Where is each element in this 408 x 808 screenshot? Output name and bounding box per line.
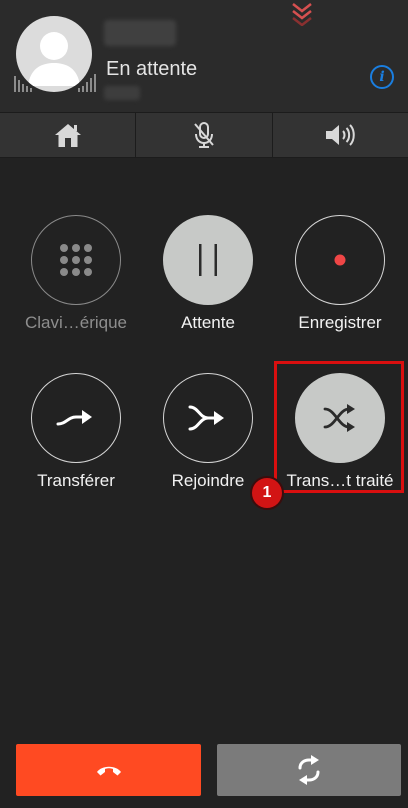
home-button[interactable] (0, 113, 137, 157)
call-status: En attente (106, 58, 198, 80)
transfer-circle[interactable] (31, 373, 121, 463)
record-button[interactable]: Enregistrer (280, 215, 400, 335)
hold-circle[interactable] (163, 215, 253, 305)
keypad-button[interactable]: Clavi…érique (16, 215, 136, 335)
mute-button[interactable] (136, 113, 273, 157)
pause-icon (199, 244, 217, 276)
keypad-icon (60, 244, 92, 276)
merge-icon (188, 405, 224, 431)
join-button[interactable]: Rejoindre (148, 373, 268, 493)
swap-calls-button[interactable] (217, 744, 401, 796)
record-icon (334, 254, 346, 266)
caller-number-redacted (104, 86, 140, 100)
microphone-muted-icon (194, 122, 214, 148)
phone-hangup-icon (96, 766, 121, 776)
chevron-down-icon[interactable] (290, 0, 314, 26)
speaker-icon (326, 124, 356, 146)
info-icon[interactable]: i (370, 65, 394, 89)
call-action-bar (0, 112, 408, 158)
hold-button[interactable]: Attente (148, 215, 268, 335)
record-label: Enregistrer (298, 313, 382, 332)
keypad-circle[interactable] (31, 215, 121, 305)
audio-level-icon (14, 74, 96, 92)
record-circle[interactable] (295, 215, 385, 305)
join-circle[interactable] (163, 373, 253, 463)
call-header: En attente i (0, 0, 408, 112)
transfer-icon (56, 410, 92, 426)
speaker-button[interactable] (273, 113, 408, 157)
highlight-box (274, 361, 404, 493)
hangup-button[interactable] (16, 744, 201, 796)
step-badge: 1 (252, 478, 282, 508)
swap-calls-icon (298, 755, 320, 785)
caller-name-redacted (104, 20, 176, 46)
home-icon (54, 124, 81, 147)
transfer-button[interactable]: Transférer (16, 373, 136, 493)
